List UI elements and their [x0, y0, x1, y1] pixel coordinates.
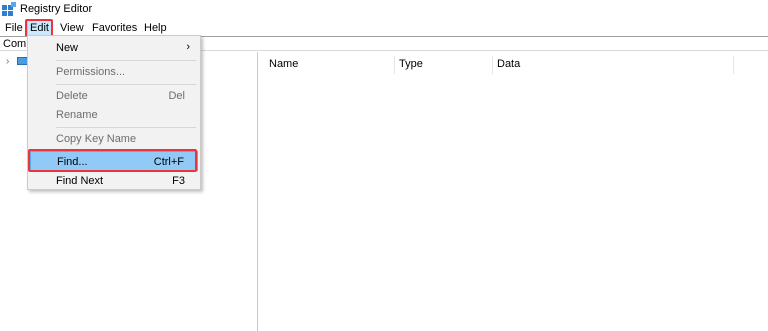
menu-item-rename[interactable]: Rename: [30, 105, 198, 125]
menu-item-new[interactable]: New ›: [30, 38, 198, 58]
menu-item-find-next[interactable]: Find Next F3: [30, 171, 198, 191]
values-list[interactable]: Name Type Data: [260, 52, 768, 331]
column-header-data[interactable]: Data: [497, 52, 520, 76]
menu-item-label: Find Next: [56, 175, 104, 187]
menu-help[interactable]: Help: [142, 21, 169, 35]
menu-file[interactable]: File: [3, 21, 25, 35]
menu-separator: [56, 84, 196, 85]
menu-bar: File Edit View Favorites Help: [0, 19, 768, 36]
menu-favorites[interactable]: Favorites: [90, 21, 139, 35]
column-divider[interactable]: [394, 56, 395, 74]
menu-item-permissions[interactable]: Permissions...: [30, 62, 198, 82]
menu-view[interactable]: View: [58, 21, 86, 35]
edit-menu-dropdown: New › Permissions... Delete Del Rename C…: [27, 35, 201, 190]
menu-separator: [56, 127, 196, 128]
chevron-right-icon: ›: [186, 41, 190, 53]
window-title: Registry Editor: [20, 3, 93, 15]
column-header-name[interactable]: Name: [269, 52, 298, 76]
menu-item-shortcut: Del: [168, 90, 185, 102]
column-header-type[interactable]: Type: [399, 52, 423, 76]
address-text: Com: [3, 38, 27, 50]
menu-item-shortcut: Ctrl+F: [153, 156, 184, 168]
menu-item-label: Permissions...: [56, 66, 126, 78]
menu-edit[interactable]: Edit: [27, 20, 52, 36]
menu-item-copy-key-name[interactable]: Copy Key Name: [30, 129, 198, 149]
menu-item-shortcut: F3: [172, 175, 185, 187]
menu-item-label: Copy Key Name: [56, 133, 137, 145]
menu-item-label: Find...: [57, 156, 88, 168]
menu-separator: [56, 60, 196, 61]
chevron-right-icon[interactable]: ›: [6, 56, 9, 67]
menu-item-label: Delete: [56, 90, 88, 102]
column-divider[interactable]: [733, 56, 734, 74]
menu-item-label: Rename: [56, 109, 98, 121]
title-bar: Registry Editor: [0, 0, 768, 19]
registry-editor-icon: [2, 2, 16, 16]
column-divider[interactable]: [492, 56, 493, 74]
menu-item-find[interactable]: Find... Ctrl+F: [30, 151, 198, 171]
menu-item-label: New: [56, 42, 79, 54]
menu-item-delete[interactable]: Delete Del: [30, 86, 198, 106]
